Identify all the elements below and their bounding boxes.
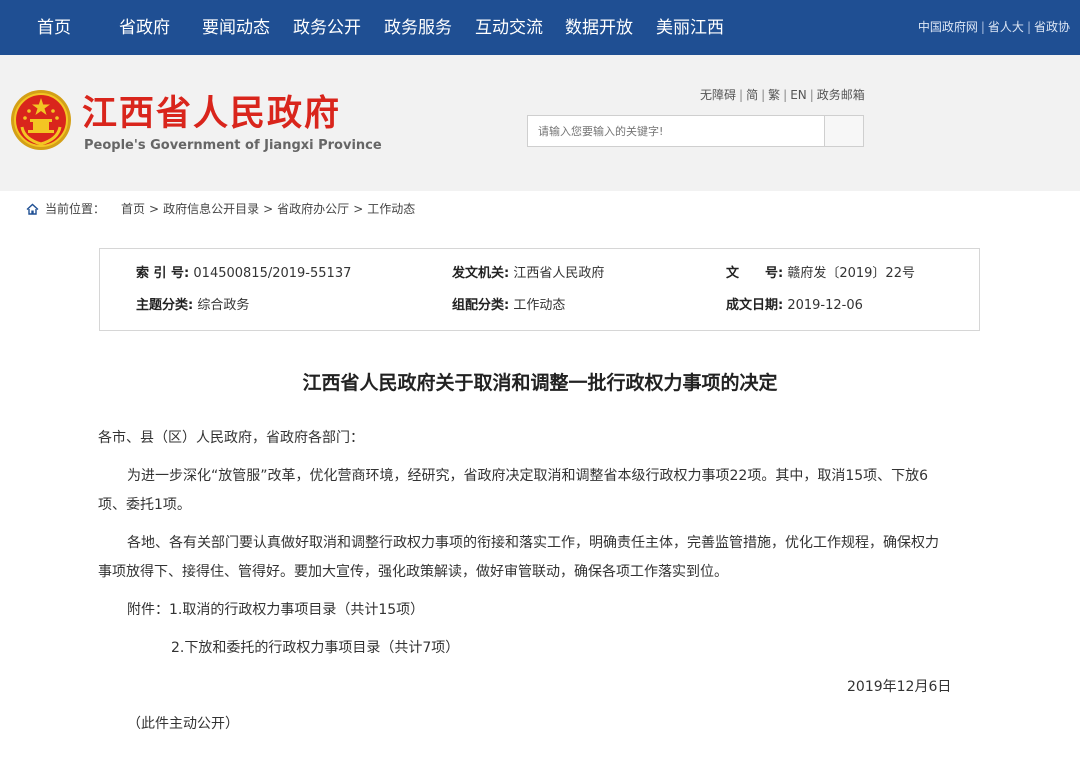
meta-index: 索 引 号: 014500815/2019-55137: [136, 265, 351, 283]
breadcrumb-separator: >: [149, 202, 160, 216]
document-title: 江西省人民政府关于取消和调整一批行政权力事项的决定: [302, 372, 778, 394]
meta-category: 组配分类: 工作动态: [452, 297, 565, 315]
meta-topic-value: 综合政务: [197, 298, 250, 313]
breadcrumb: 当前位置： 首页 > 政府信息公开目录 > 省政府办公厅 > 工作动态: [26, 201, 415, 217]
paragraph-1-line-1: 为进一步深化“放管服”改革，优化营商环境，经研究，省政府决定取消和调整省本级行政…: [127, 468, 929, 484]
meta-issuer-value: 江西省人民政府: [513, 266, 605, 281]
link-central-gov[interactable]: 中国政府网: [918, 20, 978, 34]
link-provincial-congress[interactable]: 省人大: [988, 20, 1024, 34]
nav-item-beautiful-jiangxi[interactable]: 美丽江西: [656, 17, 724, 39]
breadcrumb-item-home[interactable]: 首页: [121, 202, 145, 216]
meta-doc-number-label: 文 号:: [726, 266, 784, 281]
meta-index-label: 索 引 号:: [136, 266, 190, 281]
site-header: 江西省人民政府 People's Government of Jiangxi P…: [0, 55, 1080, 191]
nav-item-open-data[interactable]: 数据开放: [565, 17, 633, 39]
link-english[interactable]: EN: [790, 88, 807, 102]
link-simplified[interactable]: 简: [746, 88, 758, 102]
link-separator: |: [739, 88, 744, 102]
paragraph-1-line-2: 项、委托1项。: [98, 497, 191, 513]
top-nav-bar: 首页 省政府 要闻动态 政务公开 政务服务 互动交流 数据开放 美丽江西 中国政…: [0, 0, 1080, 55]
attachment-1[interactable]: 附件：1.取消的行政权力事项目录（共计15项）: [127, 600, 424, 620]
search-input[interactable]: [527, 115, 825, 147]
nav-item-provincial-gov[interactable]: 省政府: [119, 17, 170, 39]
national-emblem-icon: [11, 90, 71, 150]
link-accessibility[interactable]: 无障碍: [700, 88, 736, 102]
search-button[interactable]: [825, 115, 864, 147]
meta-issuer-label: 发文机关:: [452, 266, 510, 281]
nav-item-home[interactable]: 首页: [37, 17, 71, 39]
meta-topic-label: 主题分类:: [136, 298, 194, 313]
breadcrumb-item-work-updates[interactable]: 工作动态: [367, 202, 415, 216]
nav-item-news[interactable]: 要闻动态: [202, 17, 270, 39]
meta-doc-number: 文 号: 赣府发〔2019〕22号: [726, 265, 915, 283]
meta-doc-number-value: 赣府发〔2019〕22号: [787, 266, 915, 281]
meta-category-value: 工作动态: [513, 298, 566, 313]
attachment-2[interactable]: 2.下放和委托的行政权力事项目录（共计7项）: [171, 638, 459, 658]
nav-item-interaction[interactable]: 互动交流: [475, 17, 543, 39]
link-separator: |: [1026, 20, 1031, 34]
disclosure-note: （此件主动公开）: [127, 716, 239, 732]
document-meta-box: 索 引 号: 014500815/2019-55137 发文机关: 江西省人民政…: [99, 248, 980, 331]
site-title: 江西省人民政府: [82, 93, 342, 134]
link-gov-mailbox[interactable]: 政务邮箱: [817, 88, 865, 102]
paragraph-2-line-1: 各地、各有关部门要认真做好取消和调整行政权力事项的衔接和落实工作，明确责任主体，…: [127, 535, 939, 551]
home-icon: [26, 203, 39, 215]
salutation: 各市、县（区）人民政府，省政府各部门：: [98, 430, 364, 446]
utility-links: 无障碍 | 简 | 繁 | EN | 政务邮箱: [700, 87, 865, 103]
meta-issuer: 发文机关: 江西省人民政府: [452, 265, 604, 283]
link-separator: |: [809, 88, 814, 102]
meta-date: 成文日期: 2019-12-06: [726, 297, 863, 315]
breadcrumb-separator: >: [263, 202, 274, 216]
meta-date-label: 成文日期:: [726, 298, 784, 313]
document-date: 2019年12月6日: [847, 679, 952, 695]
breadcrumb-label: 当前位置：: [45, 202, 106, 216]
meta-date-value: 2019-12-06: [787, 298, 863, 313]
meta-topic: 主题分类: 综合政务: [136, 297, 249, 315]
link-separator: |: [783, 88, 788, 102]
link-cppcc[interactable]: 省政协: [1034, 20, 1070, 34]
nav-item-gov-disclosure[interactable]: 政务公开: [293, 17, 361, 39]
external-links: 中国政府网 | 省人大 | 省政协: [918, 19, 1070, 35]
nav-item-gov-services[interactable]: 政务服务: [384, 17, 452, 39]
breadcrumb-separator: >: [353, 202, 364, 216]
link-traditional[interactable]: 繁: [768, 88, 780, 102]
breadcrumb-item-general-office[interactable]: 省政府办公厅: [277, 202, 349, 216]
breadcrumb-item-disclosure-catalog[interactable]: 政府信息公开目录: [163, 202, 259, 216]
site-subtitle: People's Government of Jiangxi Province: [84, 138, 382, 153]
link-separator: |: [761, 88, 766, 102]
meta-index-value: 014500815/2019-55137: [193, 266, 352, 281]
link-separator: |: [980, 20, 985, 34]
paragraph-2-line-2: 事项放得下、接得住、管得好。要加大宣传，强化政策解读，做好审管联动，确保各项工作…: [98, 564, 728, 580]
meta-category-label: 组配分类:: [452, 298, 510, 313]
